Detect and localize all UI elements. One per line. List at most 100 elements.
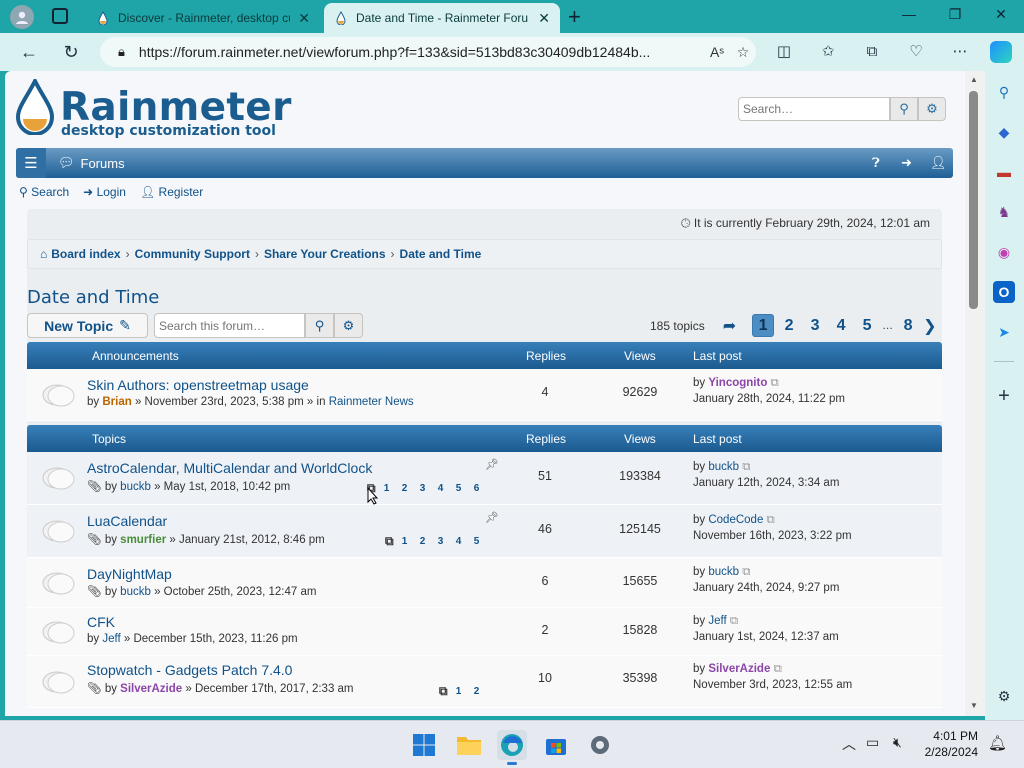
login-link-label[interactable]: Login (97, 185, 126, 199)
read-aloud-icon[interactable]: A͏ˢ (704, 44, 730, 60)
view-latest-post-icon[interactable]: ⧉ (730, 615, 738, 627)
advanced-search-gear-icon[interactable]: ⚙ (334, 313, 363, 338)
search-icon[interactable]: ⚲ (993, 81, 1015, 103)
clock-time[interactable]: 4:01 PM (925, 728, 978, 744)
new-tab-icon[interactable]: + (568, 4, 581, 30)
tab-actions-icon[interactable] (52, 8, 68, 24)
performance-icon[interactable]: ♡ (904, 41, 928, 63)
topic-title[interactable]: LuaCalendar (87, 513, 167, 529)
author-link[interactable]: SilverAzide (120, 683, 182, 695)
tools-icon[interactable]: ▬ (993, 161, 1015, 183)
split-screen-icon[interactable]: ◫ (772, 41, 796, 63)
new-topic-button[interactable]: New Topic ✎ (27, 313, 148, 338)
topic-title[interactable]: AstroCalendar, MultiCalendar and WorldCl… (87, 460, 372, 476)
close-tab-icon[interactable]: ✕ (298, 10, 310, 27)
url-field[interactable]: 🔒︎ https://forum.rainmeter.net/viewforum… (100, 37, 756, 67)
home-icon[interactable]: ⌂ (40, 247, 47, 261)
topic-page-link[interactable]: 2 (398, 483, 412, 494)
profile-icon[interactable] (10, 5, 34, 29)
login-link[interactable]: ➜ Login (83, 185, 126, 199)
start-windows-icon[interactable] (409, 730, 439, 760)
search-icon[interactable]: ⚲ (890, 97, 918, 121)
tab-date-and-time[interactable]: Date and Time - Rainmeter Foru ✕ (324, 3, 560, 33)
faq-icon[interactable]: ❓︎ (872, 155, 880, 171)
scrollbar-thumb[interactable] (969, 91, 978, 309)
shopping-tag-icon[interactable]: ◆ (993, 121, 1015, 143)
search-icon[interactable]: ⚲ (305, 313, 334, 338)
show-hidden-icons-chevron-icon[interactable]: ︿ (842, 734, 856, 754)
topic-page-link[interactable]: 5 (470, 536, 484, 547)
copilot-icon[interactable] (990, 41, 1012, 63)
author-link[interactable]: Brian (102, 396, 131, 408)
view-latest-post-icon[interactable]: ⧉ (742, 461, 750, 473)
taskbar-clock[interactable]: 4:01 PM 2/28/2024 (925, 728, 978, 760)
scroll-down-icon[interactable]: ▼ (970, 701, 978, 710)
tab-discover[interactable]: Discover - Rainmeter, desktop cu ✕ (86, 3, 320, 33)
register-link-label[interactable]: Register (159, 185, 204, 199)
advanced-search-gear-icon[interactable]: ⚙ (918, 97, 946, 121)
page-scrollbar[interactable]: ▲ ▼ (965, 71, 985, 716)
more-options-icon[interactable]: ⋯ (948, 41, 972, 63)
games-icon[interactable]: ♞ (993, 201, 1015, 223)
scroll-up-icon[interactable]: ▲ (970, 75, 978, 84)
last-post-user[interactable]: buckb (708, 566, 739, 578)
edge-browser-icon[interactable] (497, 730, 527, 765)
search-link[interactable]: ⚲ Search (19, 185, 69, 199)
restore-icon[interactable]: ❐ (940, 6, 970, 23)
forum-title[interactable]: Date and Time (27, 287, 159, 308)
author-link[interactable]: Jeff (102, 633, 120, 645)
last-post-user[interactable]: CodeCode (708, 514, 763, 526)
lock-icon[interactable]: 🔒︎ (118, 44, 125, 60)
register-link[interactable]: 👤︎ Register (140, 185, 203, 199)
microsoft365-icon[interactable]: ◉ (993, 241, 1015, 263)
view-latest-post-icon[interactable]: ⧉ (771, 377, 779, 389)
page-1[interactable]: 1 (752, 314, 775, 337)
next-page-icon[interactable]: ❯ (923, 316, 936, 336)
login-icon[interactable]: ➜ (901, 155, 912, 171)
topic-title[interactable]: CFK (87, 614, 115, 630)
topic-title[interactable]: DayNightMap (87, 566, 172, 582)
nav-forums-label[interactable]: Forums (81, 156, 125, 171)
forum-search-input[interactable] (154, 313, 305, 338)
view-latest-post-icon[interactable]: ⧉ (767, 514, 775, 526)
hamburger-menu-icon[interactable]: ☰ (16, 148, 46, 178)
outlook-icon[interactable]: O (993, 281, 1015, 303)
page-8[interactable]: 8 (897, 314, 919, 337)
back-icon[interactable]: ← (16, 40, 42, 64)
nav-forums-link[interactable]: 💬︎ Forums (58, 155, 125, 171)
topic-page-link[interactable]: 3 (434, 536, 448, 547)
file-explorer-icon[interactable] (454, 730, 484, 760)
search-link-label[interactable]: Search (31, 185, 69, 199)
last-post-user[interactable]: buckb (708, 461, 739, 473)
page-4[interactable]: 4 (830, 314, 852, 337)
topic-page-link[interactable]: 4 (434, 483, 448, 494)
last-post-user[interactable]: SilverAzide (708, 663, 770, 675)
add-sidebar-icon[interactable]: + (993, 385, 1015, 407)
topic-title[interactable]: Stopwatch - Gadgets Patch 7.4.0 (87, 662, 292, 678)
page-2[interactable]: 2 (778, 314, 800, 337)
author-link[interactable]: smurfier (120, 534, 166, 546)
jump-to-page-icon[interactable]: ➦ (723, 316, 736, 336)
breadcrumb-community-support[interactable]: Community Support (135, 247, 250, 261)
view-latest-post-icon[interactable]: ⧉ (774, 663, 782, 675)
microsoft-store-icon[interactable] (541, 730, 571, 760)
topic-page-link[interactable]: 2 (470, 686, 484, 697)
page-3[interactable]: 3 (804, 314, 826, 337)
view-latest-post-icon[interactable]: ⧉ (742, 566, 750, 578)
new-topic-label[interactable]: New Topic (44, 318, 113, 334)
breadcrumb-board-index[interactable]: Board index (51, 247, 120, 261)
page-5[interactable]: 5 (856, 314, 878, 337)
topic-page-link[interactable]: 2 (416, 536, 430, 547)
favorite-star-icon[interactable]: ☆ (730, 44, 756, 61)
refresh-icon[interactable]: ↻ (58, 40, 84, 64)
rainmeter-logo-icon[interactable] (15, 76, 55, 136)
volume-muted-icon[interactable]: 🔇︎ (893, 734, 902, 751)
topic-page-link[interactable]: 1 (452, 686, 466, 697)
topic-page-link[interactable]: 3 (416, 483, 430, 494)
favorites-icon[interactable]: ✩ (816, 41, 840, 63)
topic-page-link[interactable]: 4 (452, 536, 466, 547)
header-search-input[interactable] (738, 97, 890, 121)
topic-page-link[interactable]: 1 (380, 483, 394, 494)
author-link[interactable]: buckb (120, 586, 151, 598)
breadcrumb-share-your-creations[interactable]: Share Your Creations (264, 247, 386, 261)
